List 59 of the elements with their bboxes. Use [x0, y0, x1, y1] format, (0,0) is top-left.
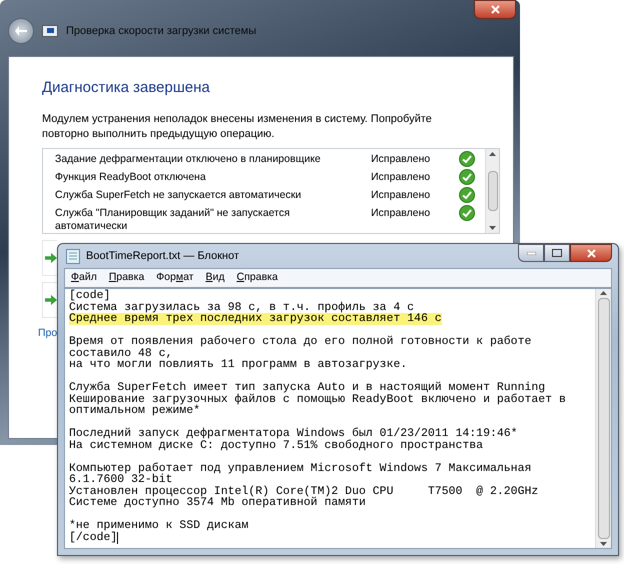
maximize-button[interactable] — [544, 244, 570, 262]
app-icon — [42, 25, 58, 37]
issue-name: Функция ReadyBoot отключена — [55, 170, 207, 184]
scroll-up-icon[interactable] — [600, 291, 607, 295]
scroll-thumb[interactable] — [598, 298, 610, 539]
arrow-icon — [45, 252, 57, 264]
scroll-up-icon[interactable] — [489, 152, 496, 156]
notepad-icon — [66, 248, 80, 264]
maximize-icon — [552, 249, 562, 257]
issue-status: Исправлено — [371, 170, 432, 184]
wizard-description: Модулем устранения неполадок внесены изменения в систему. Попробуйте повторно выполнить предыдущую операцию. — [42, 112, 433, 142]
wizard-heading: Диагностика завершена — [42, 78, 211, 98]
text-line: [code] — [69, 290, 110, 302]
link[interactable]: Про — [38, 326, 58, 342]
check-icon — [459, 204, 475, 220]
scroll-down-icon[interactable] — [600, 542, 607, 546]
issue-status: Исправлено — [371, 206, 432, 220]
menu-item[interactable]: Формат — [156, 270, 194, 286]
text-line: Установлен процессор Intel(R) Core(TM)2 Duo CPU T7500 @ 2.20GHz — [69, 486, 538, 497]
minimize-button[interactable] — [518, 244, 544, 262]
window-title: Проверка скорости загрузки системы — [66, 24, 256, 39]
text-line: Время от появления рабочего стола до его полной готовности к работе — [69, 336, 532, 348]
text-line: Последний запуск дефрагментатора Windows был 01/23/2011 14:19:46* — [69, 428, 518, 440]
text-line: оптимальном режиме* — [69, 405, 200, 416]
text-line: Компьютер работает под управлением Microsoft Windows 7 Максимальная — [69, 462, 532, 474]
text-line: [/code] — [69, 532, 118, 544]
back-arrow-icon — [15, 26, 27, 36]
minimize-icon — [526, 252, 536, 254]
text-line: Служба SuperFetch имеет тип запуска Auto и в настоящий момент Running — [69, 382, 546, 394]
text-line: На системном диске C: доступно 7.51% свободного пространства — [69, 440, 484, 451]
text-line: Системе доступно 3574 Mb оперативной памяти — [69, 497, 366, 508]
scroll-thumb[interactable] — [488, 170, 498, 210]
text-line: составило 48 с, — [69, 348, 173, 359]
issue-name: Служба SuperFetch не запускается автоматически — [55, 188, 302, 202]
text-line: Кеширование загрузочных файлов с помощью ReadyBoot включено и работает в — [69, 394, 566, 405]
window-title: BootTimeReport.txt — Блокнот — [86, 248, 240, 264]
menu-item[interactable]: Файл — [71, 270, 97, 286]
issue-name: Служба "Планировщик заданий" не запускается автоматически — [55, 206, 291, 232]
menu-item[interactable]: Вид — [206, 270, 225, 286]
menu-item[interactable]: Правка — [108, 270, 144, 286]
check-icon — [459, 168, 475, 184]
text-line: 6.1.7600 32-bit — [69, 474, 173, 486]
scroll-down-icon[interactable] — [489, 226, 496, 230]
check-icon — [459, 186, 475, 202]
issue-status: Исправлено — [371, 152, 432, 166]
close-button[interactable] — [570, 244, 612, 262]
arrow-icon — [45, 294, 57, 306]
text-line: на что могли повлиять 11 программ в автозагрузке. — [69, 359, 408, 370]
text-line: Система загрузилась за 98 с, в т.ч. профиль за 4 с — [69, 302, 414, 313]
issue-name: Задание дефрагментации отключено в планировщике — [55, 152, 322, 166]
back-button[interactable] — [8, 18, 34, 44]
menu-item[interactable]: Справка — [236, 270, 278, 286]
text-cursor — [117, 532, 118, 544]
issue-status: Исправлено — [371, 188, 432, 202]
text-line: *не применимо к SSD дискам — [69, 520, 248, 532]
close-button[interactable] — [474, 0, 516, 19]
check-icon — [459, 150, 475, 166]
close-icon — [490, 5, 500, 14]
close-icon — [586, 248, 596, 258]
